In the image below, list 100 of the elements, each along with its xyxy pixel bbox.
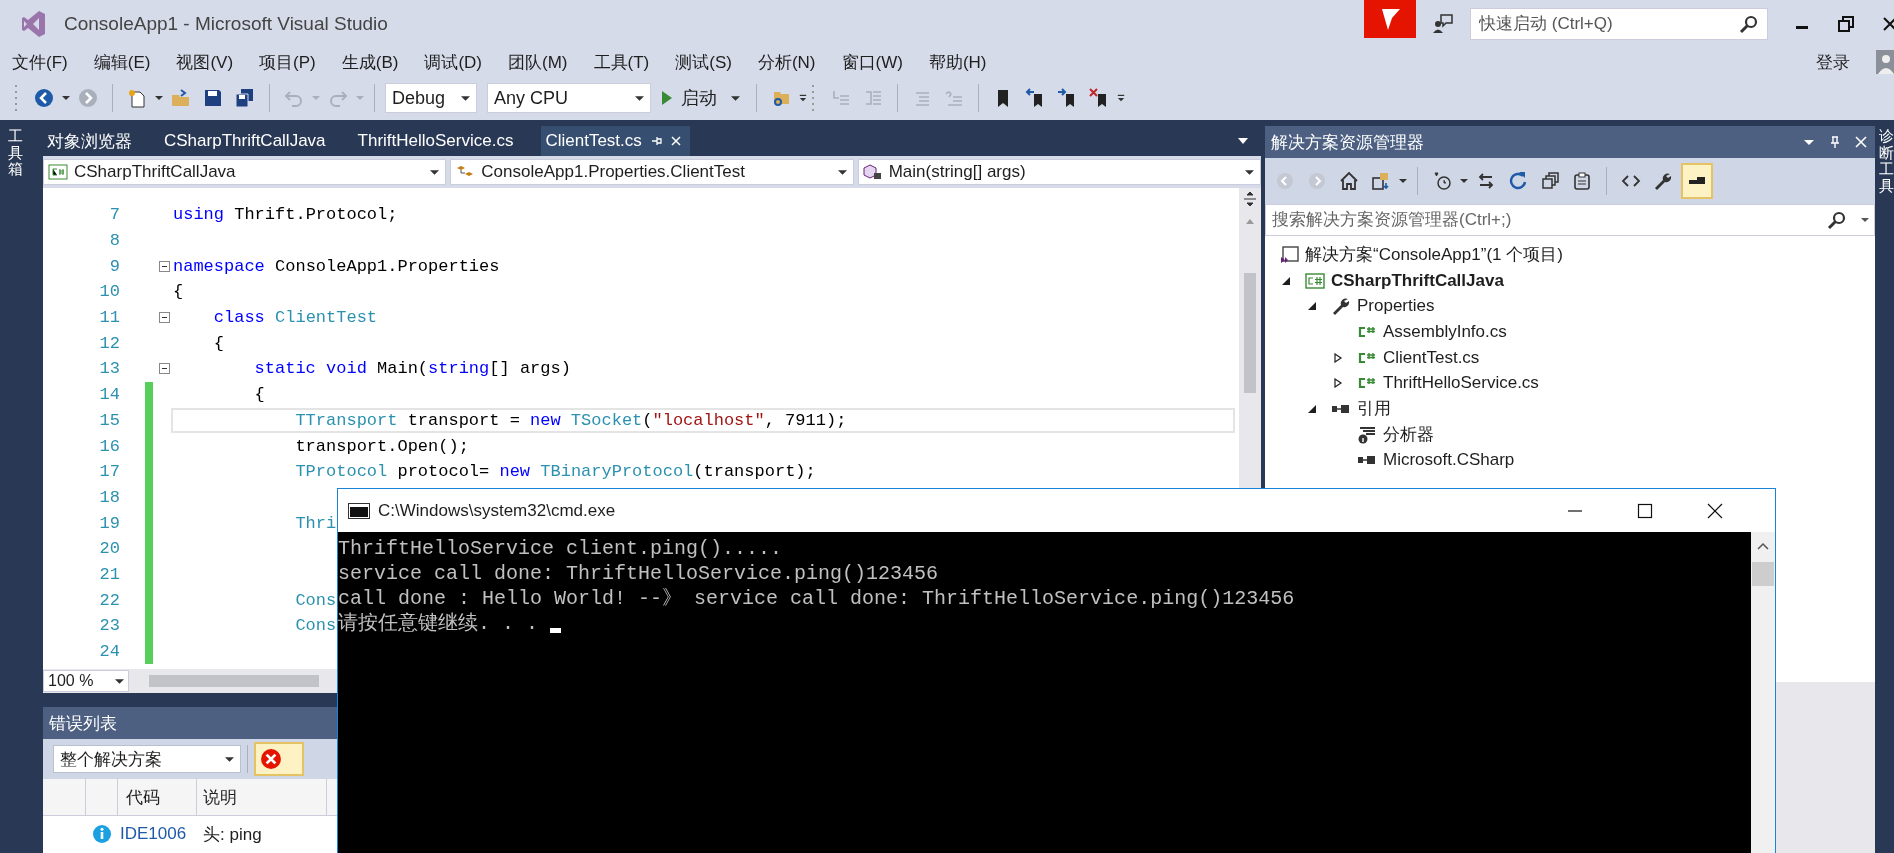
- caret-icon[interactable]: [155, 94, 163, 102]
- copy-icon[interactable]: [1572, 171, 1592, 191]
- sync-icon[interactable]: [1476, 171, 1496, 191]
- clear-bookmarks-icon[interactable]: [1089, 88, 1109, 108]
- caret-icon[interactable]: [1399, 177, 1407, 185]
- error-code-link[interactable]: IDE1006: [118, 816, 197, 852]
- column-header[interactable]: 说明: [197, 779, 327, 815]
- switch-views-icon[interactable]: [1371, 171, 1391, 191]
- menu-item[interactable]: 文件(F): [12, 50, 68, 74]
- close-icon[interactable]: [669, 135, 682, 147]
- tree-item[interactable]: 解决方案“ConsoleApp1”(1 个项目): [1305, 243, 1563, 267]
- tree-item[interactable]: AssemblyInfo.cs: [1383, 321, 1507, 342]
- line-number: 21: [98, 564, 120, 584]
- horizontal-scrollbar[interactable]: [149, 675, 319, 687]
- code-line: {: [253, 385, 265, 405]
- tab-list-icon[interactable]: [1237, 137, 1249, 145]
- clock-filter-icon[interactable]: [1432, 171, 1452, 191]
- caret-icon[interactable]: [1861, 216, 1869, 224]
- collapse-all-icon[interactable]: [1540, 171, 1560, 191]
- wrench-icon[interactable]: [1653, 171, 1673, 191]
- diagnostic-tools-tab[interactable]: 诊断工具: [1879, 126, 1894, 853]
- column-header[interactable]: 代码: [118, 779, 197, 815]
- save-icon[interactable]: [203, 88, 223, 108]
- pin-icon[interactable]: [649, 135, 662, 147]
- menu-item[interactable]: 生成(B): [341, 50, 399, 74]
- avatar-icon[interactable]: [1876, 50, 1894, 74]
- toolbar-grip-icon[interactable]: [811, 83, 817, 113]
- pin-icon[interactable]: [1829, 136, 1841, 148]
- refresh-icon[interactable]: [1508, 171, 1528, 191]
- save-all-icon[interactable]: [235, 88, 255, 108]
- tree-item[interactable]: CSharpThriftCallJava: [1331, 270, 1504, 291]
- toolbar-grip-icon[interactable]: [14, 83, 20, 113]
- overflow-icon[interactable]: [799, 94, 807, 102]
- caret-icon[interactable]: [1460, 177, 1468, 185]
- restore-icon[interactable]: [1836, 14, 1856, 34]
- scrollbar-thumb[interactable]: [1752, 562, 1774, 586]
- next-bookmark-icon[interactable]: [1057, 88, 1077, 108]
- platform-dropdown[interactable]: Any CPU: [487, 83, 651, 113]
- open-folder-icon[interactable]: [171, 88, 191, 108]
- expanded-arrow-icon[interactable]: [1307, 403, 1317, 414]
- previous-bookmark-icon[interactable]: [1025, 88, 1045, 108]
- caret-icon: [837, 167, 847, 177]
- caret-icon: [1245, 167, 1254, 177]
- menu-item[interactable]: 调试(D): [424, 50, 482, 74]
- user-feedback-icon[interactable]: [1430, 12, 1454, 36]
- start-button[interactable]: 启动: [655, 86, 746, 110]
- configuration-dropdown[interactable]: Debug: [385, 83, 477, 113]
- overflow-icon[interactable]: [1117, 94, 1125, 102]
- menu-item[interactable]: 团队(M): [508, 50, 568, 74]
- tree-item[interactable]: ThriftHelloService.cs: [1383, 373, 1539, 394]
- menu-item[interactable]: 视图(V): [176, 50, 234, 74]
- menu-item[interactable]: 编辑(E): [93, 50, 151, 74]
- search-field[interactable]: 搜索解决方案资源管理器(Ctrl+;): [1265, 204, 1875, 236]
- collapse-icon[interactable]: [159, 260, 170, 272]
- document-tab[interactable]: ClientTest.cs: [541, 126, 690, 156]
- code-line: {: [212, 333, 224, 353]
- tree-item[interactable]: Microsoft.CSharp: [1383, 450, 1515, 471]
- navigation-dropdown[interactable]: ConsoleApp1.Properties.ClientTest: [450, 159, 854, 185]
- menu-item[interactable]: 分析(N): [757, 50, 816, 74]
- code-line: namespace ConsoleApp1.Properties: [173, 256, 500, 276]
- caret-icon[interactable]: [62, 94, 70, 102]
- expanded-arrow-icon[interactable]: [1307, 301, 1317, 312]
- scroll-up-icon[interactable]: [1757, 542, 1769, 550]
- new-project-icon[interactable]: [127, 88, 147, 108]
- menu-item[interactable]: 项目(P): [259, 50, 316, 74]
- document-tab[interactable]: CSharpThriftCallJava: [160, 126, 354, 156]
- scrollbar-thumb[interactable]: [1244, 273, 1256, 393]
- preview-toggle[interactable]: [1681, 163, 1713, 199]
- console-output: 请按任意键继续. . .: [338, 610, 538, 636]
- sign-in-link[interactable]: 登录: [1816, 50, 1850, 74]
- menu-item[interactable]: 测试(S): [675, 50, 732, 74]
- close-icon[interactable]: [1855, 136, 1867, 148]
- back-icon[interactable]: [34, 88, 54, 108]
- toolbox-tab[interactable]: 工具箱: [8, 126, 23, 853]
- feedback-flag-icon[interactable]: [1364, 0, 1416, 38]
- caret-icon: [461, 93, 470, 103]
- collapsed-arrow-icon[interactable]: [1333, 378, 1343, 389]
- scope-dropdown[interactable]: 整个解决方案: [53, 745, 241, 773]
- navigation-dropdown[interactable]: CSharpThriftCallJava: [43, 159, 447, 185]
- line-number: 10: [98, 282, 120, 302]
- menu-item[interactable]: 帮助(H): [928, 50, 987, 74]
- errors-filter-button[interactable]: [254, 742, 304, 776]
- tree-item[interactable]: ClientTest.cs: [1383, 347, 1480, 368]
- navigation-dropdown[interactable]: Main(string[] args): [857, 159, 1261, 185]
- home-icon[interactable]: [1339, 171, 1359, 191]
- tree-item[interactable]: Properties: [1357, 296, 1435, 317]
- zoom-dropdown[interactable]: 100 %: [43, 670, 129, 692]
- menu-item[interactable]: 窗口(W): [841, 50, 903, 74]
- collapse-icon[interactable]: [159, 312, 170, 324]
- expanded-arrow-icon[interactable]: [1281, 275, 1291, 286]
- line-number: 18: [98, 487, 120, 507]
- document-tab[interactable]: 对象浏览器: [43, 126, 160, 156]
- menu-item[interactable]: 工具(T): [593, 50, 650, 74]
- document-tab[interactable]: ThriftHelloService.cs: [353, 126, 542, 156]
- collapse-icon[interactable]: [159, 363, 170, 375]
- line-number: 11: [98, 308, 120, 328]
- collapsed-arrow-icon[interactable]: [1333, 352, 1343, 363]
- tree-item[interactable]: 引用: [1357, 397, 1391, 421]
- split-icon[interactable]: [1242, 191, 1258, 207]
- tree-item[interactable]: 分析器: [1383, 423, 1434, 447]
